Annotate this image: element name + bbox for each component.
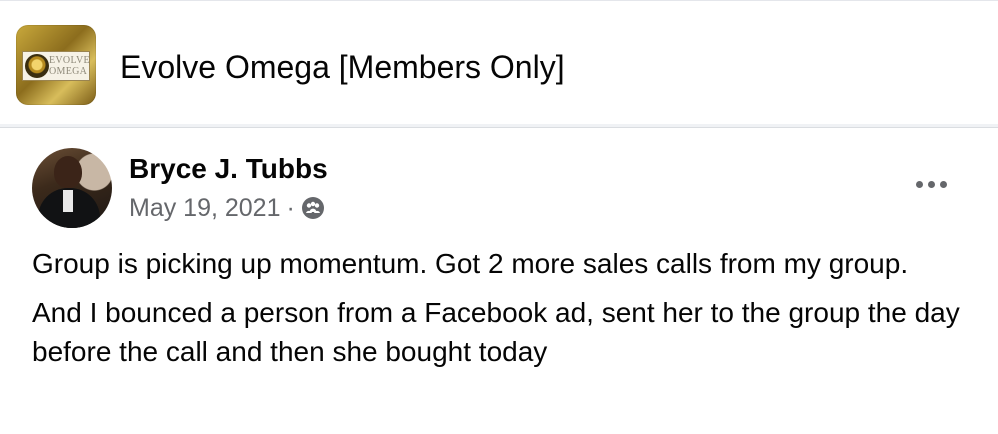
post-paragraph: Group is picking up momentum. Got 2 more… [32,248,909,279]
more-options-icon[interactable] [906,168,956,200]
group-name-link[interactable]: Evolve Omega [Members Only] [120,47,565,87]
more-dot [939,180,947,188]
group-thumbnail[interactable]: EVOLVE OMEGA [16,25,96,105]
author-avatar[interactable] [32,148,112,228]
avatar-head [54,156,82,188]
group-audience-icon[interactable] [301,196,325,220]
group-logo-text: EVOLVE OMEGA [49,55,90,77]
more-dot [915,180,923,188]
group-logo-plate: EVOLVE OMEGA [22,51,90,81]
group-logo-line2: OMEGA [49,66,88,77]
group-emblem-icon [25,54,49,78]
group-logo-line1: EVOLVE [49,55,90,66]
post-date-link[interactable]: May 19, 2021 [129,194,281,223]
meta-separator: · [286,193,295,222]
post-body: Group is picking up momentum. Got 2 more… [32,244,972,381]
avatar-shirt [63,190,73,212]
post-paragraph: And I bounced a person from a Facebook a… [32,297,960,367]
post-meta: May 19, 2021 · [129,192,325,224]
author-name-link[interactable]: Bryce J. Tubbs [129,152,328,186]
group-header: EVOLVE OMEGA Evolve Omega [Members Only] [0,0,998,124]
post-card: Bryce J. Tubbs May 19, 2021 · Group is p… [0,127,998,434]
more-dot [927,180,935,188]
